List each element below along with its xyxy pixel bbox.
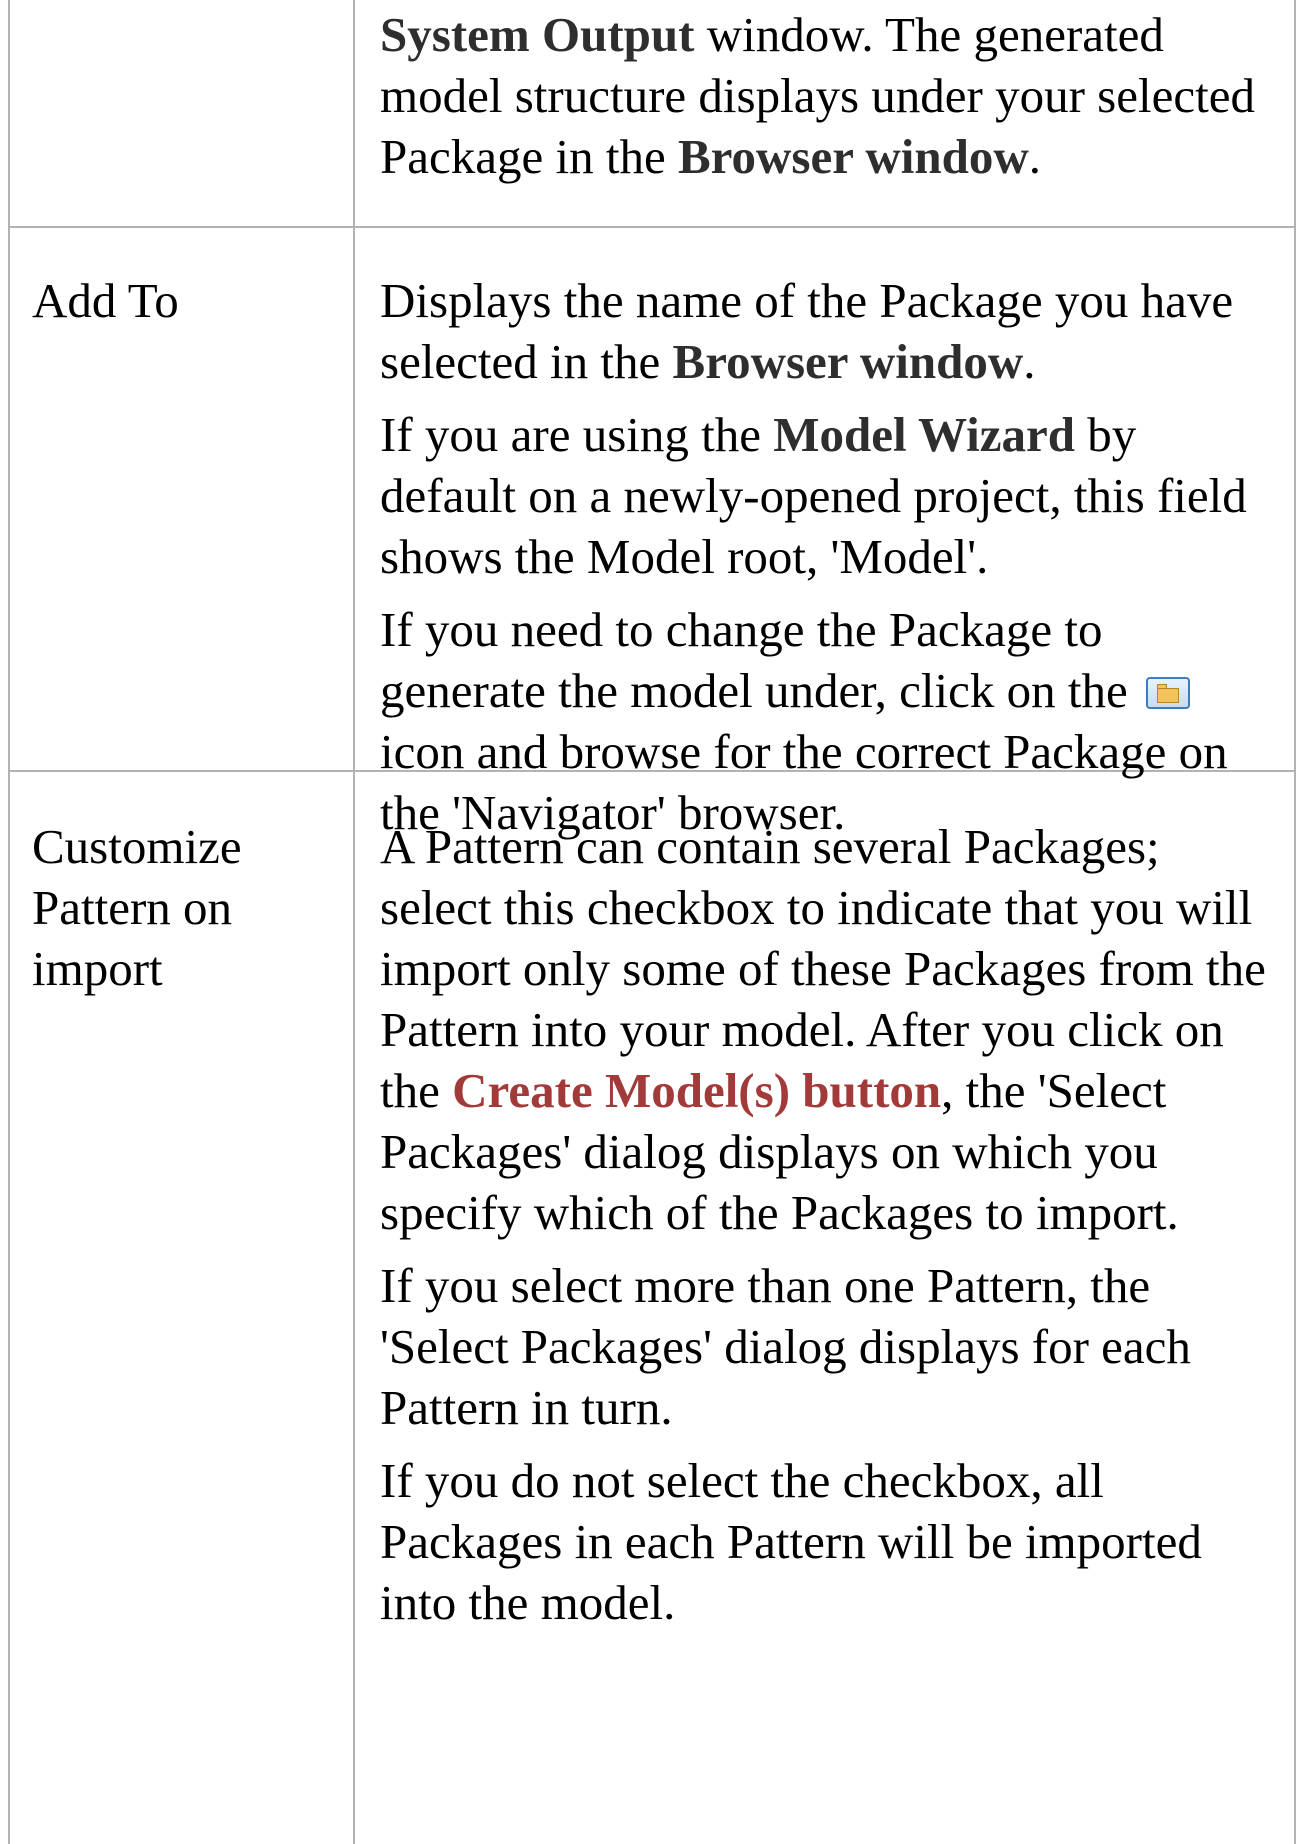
create-models-button-link[interactable]: Create Model(s) button	[452, 1063, 941, 1118]
label-customize-pattern: Customize Pattern on import	[32, 819, 242, 996]
table-left-border	[8, 0, 10, 1844]
row-divider-1	[8, 226, 1296, 228]
browser-window-term: Browser window	[672, 334, 1024, 389]
text-span: If you need to change the Package to gen…	[380, 602, 1140, 718]
description-paragraph: System Output window. The generated mode…	[380, 4, 1280, 187]
text-span: .	[1028, 129, 1041, 184]
table-column-divider	[353, 0, 355, 1844]
description-paragraph: A Pattern can contain several Packages; …	[380, 816, 1280, 1243]
model-wizard-term: Model Wizard	[773, 407, 1075, 462]
description-paragraph: If you are using the Model Wizard by def…	[380, 404, 1280, 587]
description-cell-customize-pattern: A Pattern can contain several Packages; …	[380, 816, 1280, 1645]
description-paragraph: If you select more than one Pattern, the…	[380, 1255, 1280, 1438]
text-span: If you select more than one Pattern, the…	[380, 1258, 1191, 1435]
system-output-term: System Output	[380, 7, 695, 62]
description-paragraph: If you do not select the checkbox, all P…	[380, 1450, 1280, 1633]
description-cell-row-0: System Output window. The generated mode…	[380, 4, 1280, 199]
folder-browse-icon	[1145, 677, 1190, 709]
text-span: If you do not select the checkbox, all P…	[380, 1453, 1202, 1630]
label-add-to: Add To	[32, 273, 179, 328]
text-span: .	[1023, 334, 1036, 389]
text-span: If you are using the	[380, 407, 774, 462]
description-paragraph: If you need to change the Package to gen…	[380, 599, 1280, 843]
table-right-border	[1294, 0, 1296, 1844]
description-cell-add-to: Displays the name of the Package you hav…	[380, 270, 1280, 855]
description-paragraph: Displays the name of the Package you hav…	[380, 270, 1280, 392]
browser-window-term: Browser window	[677, 129, 1029, 184]
